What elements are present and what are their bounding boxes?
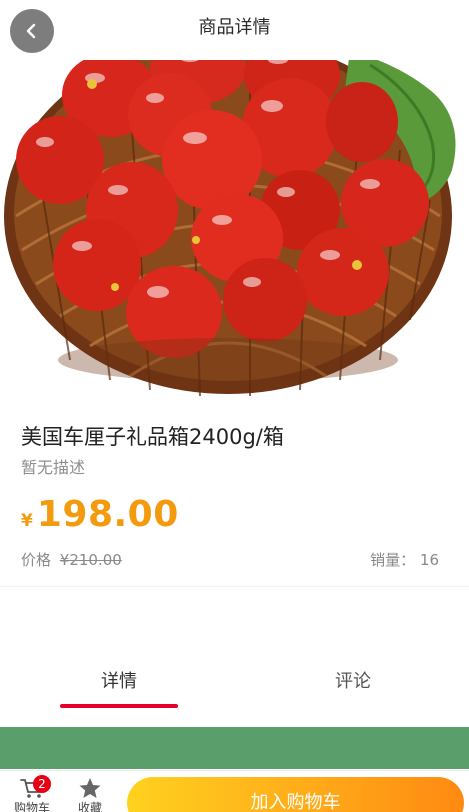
- sales-count: 16: [419, 551, 439, 569]
- current-price: 198.00: [36, 494, 179, 535]
- add-to-cart-button[interactable]: 加入购物车: [127, 777, 464, 812]
- cart-label: 购物车: [13, 801, 50, 812]
- original-price: ¥210.00: [59, 551, 122, 569]
- price-row: ¥ 198.00: [21, 494, 179, 540]
- section-divider: [0, 586, 469, 587]
- page-title: 商品详情: [198, 17, 271, 38]
- tab-detail[interactable]: 详情: [59, 670, 179, 694]
- product-name: 美国车厘子礼品箱2400g/箱: [21, 425, 284, 449]
- product-description: 暂无描述: [21, 458, 86, 477]
- tab-comment[interactable]: 评论: [293, 670, 413, 694]
- active-tab-indicator: [60, 704, 178, 708]
- favorite-label: 收藏: [77, 801, 102, 812]
- detail-content-banner: [0, 727, 469, 769]
- header: 商品详情: [0, 0, 469, 60]
- cart-badge: 2: [33, 775, 51, 793]
- cart-button[interactable]: 2 购物车: [8, 775, 56, 812]
- detail-tabs: 详情 评论: [0, 662, 469, 708]
- original-price-label: 价格: [21, 551, 52, 569]
- favorite-button[interactable]: 收藏: [66, 777, 114, 812]
- sales-label: 销量：: [370, 551, 416, 569]
- product-detail-page: 商品详情 美国车厘子礼品箱2400g/箱 暂无描述 ¥ 198.00 价格 ¥2…: [0, 0, 469, 812]
- meta-row: 价格 ¥210.00 销量： 16: [21, 550, 439, 570]
- sales-info: 销量： 16: [370, 550, 439, 570]
- product-image: [0, 60, 469, 406]
- product-info: 美国车厘子礼品箱2400g/箱 暂无描述 ¥ 198.00 价格 ¥210.00…: [0, 406, 469, 586]
- currency-symbol: ¥: [21, 511, 33, 531]
- star-icon: [66, 777, 114, 799]
- bottom-action-bar: 2 购物车 收藏 加入购物车: [0, 770, 469, 812]
